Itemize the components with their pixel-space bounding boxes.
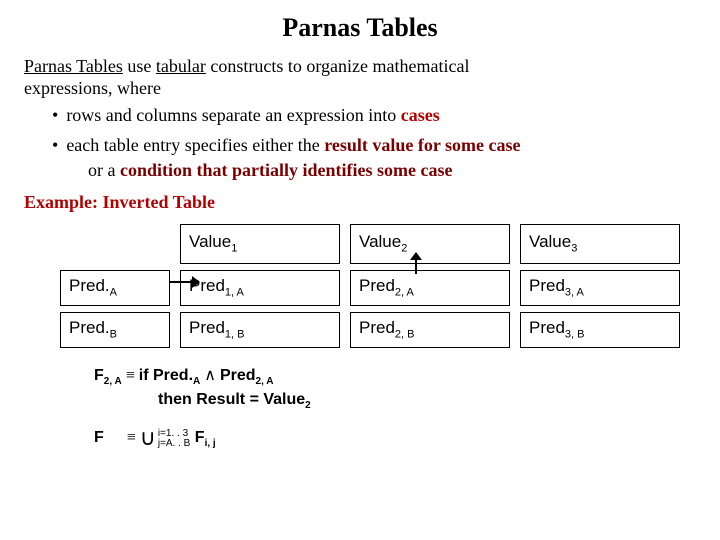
cell-pred-1a-sub: 1, A [225, 286, 244, 298]
formula-if: if Pred. [139, 367, 193, 384]
row-header-pred-a: Pred.A [60, 270, 170, 306]
col-header-value1-text: Value [189, 232, 231, 251]
inverted-table: Value1 Value2 Value3 Pred.A Pred1, A Pre… [60, 224, 660, 348]
equiv-icon: ≡ [127, 429, 140, 446]
formula-fij: F [190, 429, 204, 446]
cell-pred-1a: Pred1, A [180, 270, 340, 306]
cell-pred-3b: Pred3, B [520, 312, 680, 348]
formula-line-3: F ≡ ∪i=1. . 3j=A. . B Fi, j [94, 421, 696, 451]
union-icon: ∪ [140, 424, 156, 452]
cell-pred-2b: Pred2, B [350, 312, 510, 348]
row-header-pred-a-text: Pred. [69, 276, 110, 295]
cell-pred-2b-text: Pred [359, 318, 395, 337]
bullet-2-cont: or a condition that partially identifies… [88, 159, 696, 182]
union-sub: i=1. . 3j=A. . B [158, 429, 191, 449]
col-header-value2: Value2 [350, 224, 510, 264]
slide: Parnas Tables Parnas Tables use tabular … [0, 0, 720, 540]
bullet-1: • rows and columns separate an expressio… [52, 104, 696, 127]
bullet-2a: each table entry specifies either the [66, 135, 324, 155]
bullet-1a: rows and columns separate an expression … [66, 105, 400, 125]
and-icon: ∧ [200, 367, 220, 384]
col-header-value2-sub: 2 [401, 242, 407, 254]
intro-text-3: expressions, where [24, 78, 161, 98]
bullet-2d: condition that partially identifies some… [120, 160, 452, 180]
row-header-pred-b: Pred.B [60, 312, 170, 348]
intro-term-tabular: tabular [156, 56, 206, 76]
equiv-icon: ≡ [122, 367, 139, 384]
cell-pred-2a-text: Pred [359, 276, 395, 295]
table-corner-blank [60, 224, 170, 264]
formula-then: then Result = Value [158, 391, 305, 408]
cell-pred-2a-sub: 2, A [395, 286, 414, 298]
cell-pred-1b: Pred1, B [180, 312, 340, 348]
cell-pred-2a: Pred2, A [350, 270, 510, 306]
arrow-up-icon [410, 252, 422, 274]
formula-then-sub: 2 [305, 400, 311, 411]
row-header-pred-a-sub: A [110, 286, 117, 298]
bullet-2b: result value for some case [324, 135, 520, 155]
col-header-value1: Value1 [180, 224, 340, 264]
bullet-2-text: each table entry specifies either the re… [66, 134, 520, 157]
col-header-value3-text: Value [529, 232, 571, 251]
cell-pred-3a-text: Pred [529, 276, 565, 295]
cell-pred-3b-sub: 3, B [565, 328, 585, 340]
arrow-right-icon [170, 276, 200, 288]
table-grid: Value1 Value2 Value3 Pred.A Pred1, A Pre… [60, 224, 660, 348]
col-header-value1-sub: 1 [231, 242, 237, 254]
cell-pred-3a-sub: 3, A [565, 286, 584, 298]
bullet-list: • rows and columns separate an expressio… [24, 104, 696, 182]
formula-line-1: F2, A ≡ if Pred.A ∧ Pred2, A [94, 366, 696, 389]
example-heading: Example: Inverted Table [24, 191, 696, 214]
formula-pred2-sub: 2, A [256, 376, 274, 387]
page-title: Parnas Tables [24, 12, 696, 45]
intro-text-1: use [123, 56, 156, 76]
col-header-value3-sub: 3 [571, 242, 577, 254]
col-header-value2-text: Value [359, 232, 401, 251]
formula-block: F2, A ≡ if Pred.A ∧ Pred2, A then Result… [94, 366, 696, 451]
row-header-pred-b-sub: B [110, 328, 117, 340]
formula-f-sub: 2, A [104, 376, 122, 387]
formula-line-2: then Result = Value2 [158, 390, 696, 413]
bullet-2c: or a [88, 160, 120, 180]
intro-term-parnas: Parnas Tables [24, 56, 123, 76]
bullet-dot-icon: • [52, 134, 58, 157]
cell-pred-3b-text: Pred [529, 318, 565, 337]
intro-text-2: constructs to organize mathematical [206, 56, 470, 76]
bullet-1b: cases [401, 105, 440, 125]
cell-pred-1b-sub: 1, B [225, 328, 245, 340]
cell-pred-3a: Pred3, A [520, 270, 680, 306]
formula-f2: F [94, 429, 104, 446]
col-header-value3: Value3 [520, 224, 680, 264]
formula-f: F [94, 367, 104, 384]
cell-pred-1b-text: Pred [189, 318, 225, 337]
bullet-2: • each table entry specifies either the … [52, 134, 696, 157]
formula-pred2: Pred [220, 367, 256, 384]
formula-fij-sub: i, j [205, 438, 216, 449]
cell-pred-2b-sub: 2, B [395, 328, 415, 340]
union-sub-2: j=A. . B [158, 438, 191, 449]
bullet-1-text: rows and columns separate an expression … [66, 104, 439, 127]
intro-paragraph: Parnas Tables use tabular constructs to … [24, 55, 696, 100]
bullet-dot-icon: • [52, 104, 58, 127]
row-header-pred-b-text: Pred. [69, 318, 110, 337]
